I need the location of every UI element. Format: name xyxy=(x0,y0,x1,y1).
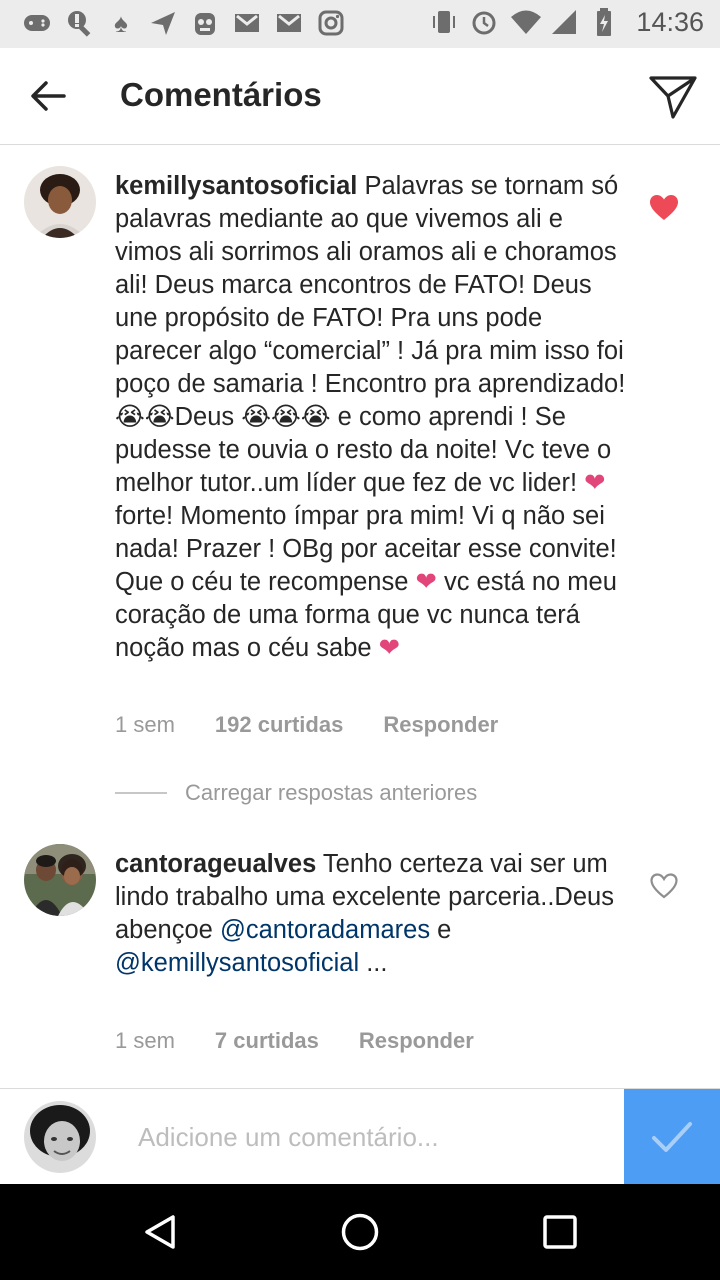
post-comment-button[interactable] xyxy=(624,1089,720,1185)
comment-text-part: e xyxy=(430,916,452,944)
battery-icon xyxy=(590,6,618,38)
app-header: Comentários xyxy=(0,48,720,145)
share-button[interactable] xyxy=(646,70,700,124)
home-circle-icon xyxy=(341,1213,379,1251)
comment-composer xyxy=(0,1088,720,1185)
comment-text-part: Palavras se tornam só palavras mediante … xyxy=(115,172,626,497)
direct-send-icon xyxy=(649,76,697,119)
nav-home-button[interactable] xyxy=(340,1212,380,1252)
character-icon xyxy=(190,8,220,38)
gamepad-icon xyxy=(22,8,52,38)
like-button[interactable] xyxy=(648,192,680,224)
reply-button[interactable]: Responder xyxy=(383,712,498,738)
load-previous-replies[interactable]: Carregar respostas anteriores xyxy=(115,780,477,806)
nav-back-button[interactable] xyxy=(140,1212,180,1252)
spade-icon: ♠ xyxy=(114,8,128,38)
comment-text: cantorageualves Tenho certeza vai ser um… xyxy=(115,848,635,980)
search-icon xyxy=(64,8,94,38)
alarm-icon xyxy=(470,6,498,38)
back-triangle-icon xyxy=(145,1215,175,1249)
arrow-left-icon xyxy=(31,81,66,111)
comment-text-part: ... xyxy=(359,949,388,977)
comment-username[interactable]: kemillysantosoficial xyxy=(115,172,357,200)
recents-square-icon xyxy=(543,1215,577,1249)
comment-text: kemillysantosoficial Palavras se tornam … xyxy=(115,170,635,665)
notification-icons: ♠ xyxy=(22,8,346,38)
like-button[interactable] xyxy=(648,870,680,902)
status-bar: ♠ 14:36 xyxy=(0,0,720,48)
comment-username[interactable]: cantorageualves xyxy=(115,850,316,878)
heart-emoji: ❤ xyxy=(378,634,401,662)
wifi-icon xyxy=(510,6,542,38)
heart-filled-icon xyxy=(650,195,678,220)
vibrate-icon xyxy=(430,6,458,38)
likes-count[interactable]: 192 curtidas xyxy=(215,712,343,738)
page-title: Comentários xyxy=(120,76,322,113)
divider-line xyxy=(115,792,167,794)
heart-emoji: ❤ xyxy=(415,568,437,596)
nav-recents-button[interactable] xyxy=(540,1212,580,1252)
reply-button[interactable]: Responder xyxy=(359,1028,474,1054)
likes-count[interactable]: 7 curtidas xyxy=(215,1028,319,1054)
avatar xyxy=(24,1101,96,1173)
gmail-icon xyxy=(232,8,262,38)
send-icon xyxy=(148,8,178,38)
system-status: 14:36 xyxy=(430,6,704,38)
comment-input[interactable] xyxy=(136,1103,620,1171)
clock: 14:36 xyxy=(636,6,704,37)
checkmark-icon xyxy=(652,1122,692,1152)
gmail-icon xyxy=(274,8,304,38)
comment-time: 1 sem xyxy=(115,1028,175,1053)
system-nav-bar xyxy=(0,1184,720,1280)
instagram-icon xyxy=(316,8,346,38)
comment-meta: 1 sem 192 curtidas Responder xyxy=(115,712,498,738)
heart-emoji: ❤ xyxy=(584,469,606,497)
back-button[interactable] xyxy=(24,72,72,120)
comment-meta: 1 sem 7 curtidas Responder xyxy=(115,1028,474,1054)
mention-link[interactable]: @cantoradamares xyxy=(220,916,430,944)
load-previous-label: Carregar respostas anteriores xyxy=(185,780,478,805)
comment-time: 1 sem xyxy=(115,712,175,737)
signal-icon xyxy=(550,6,578,38)
avatar[interactable] xyxy=(24,844,96,916)
mention-link[interactable]: @kemillysantosoficial xyxy=(115,949,359,977)
heart-outline-icon xyxy=(650,873,678,899)
avatar[interactable] xyxy=(24,166,96,238)
